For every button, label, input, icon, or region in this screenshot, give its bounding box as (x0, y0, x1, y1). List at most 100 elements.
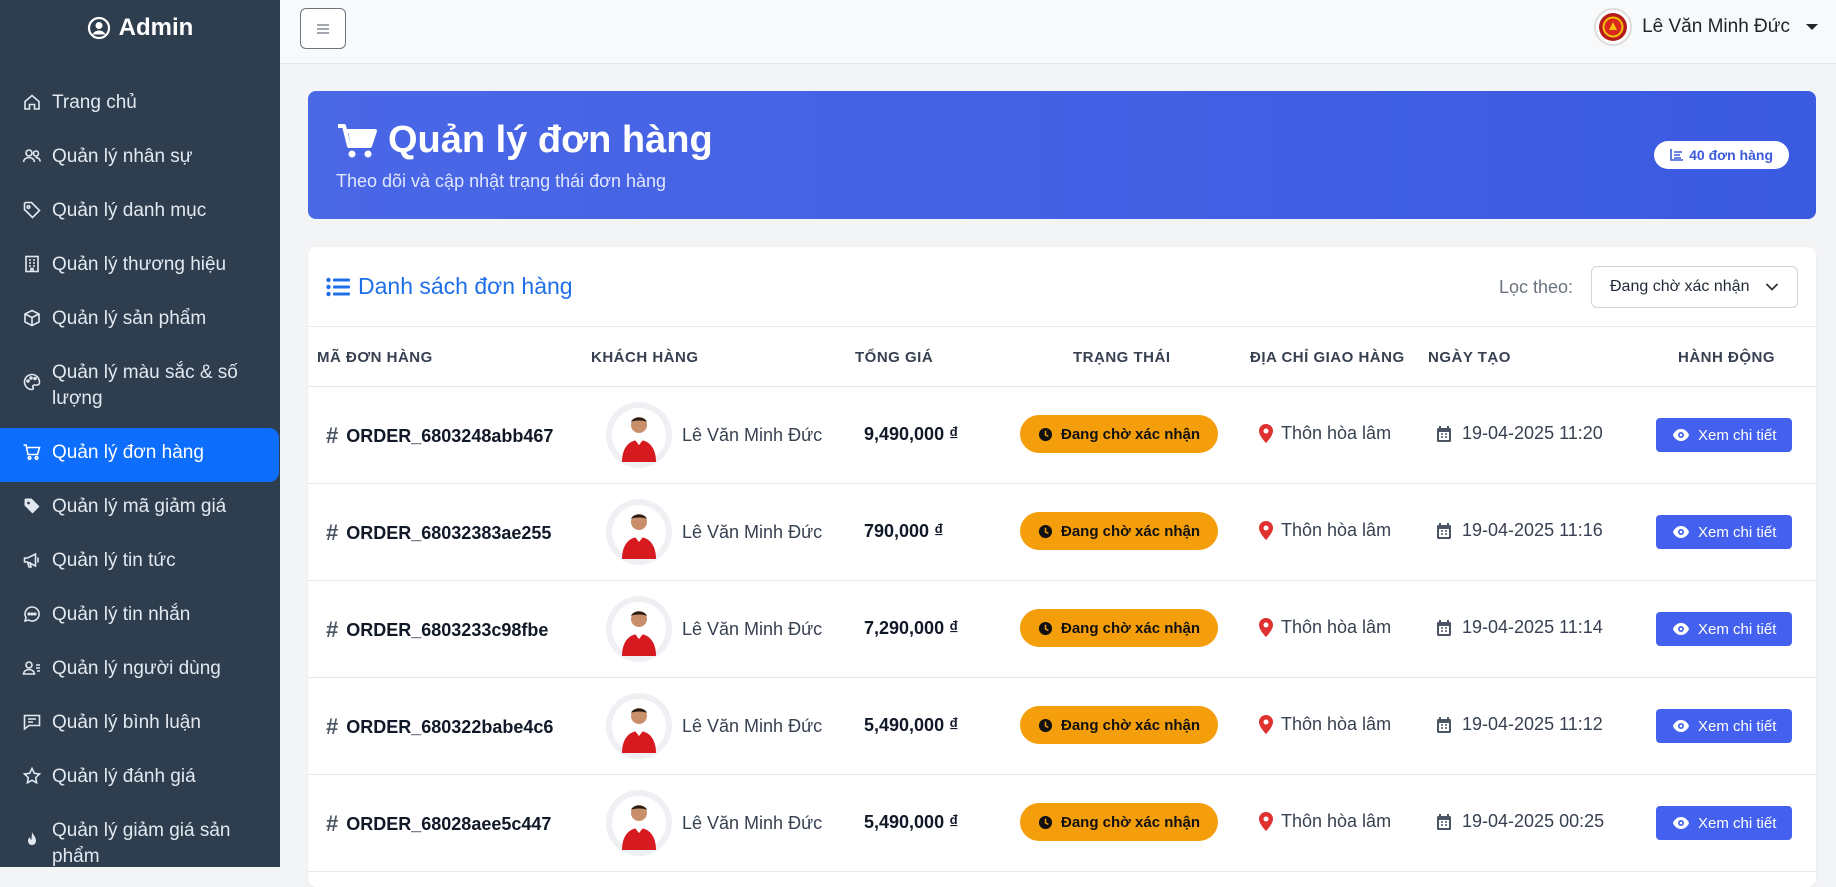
view-details-label: Xem chi tiết (1698, 426, 1777, 444)
sidebar-item-staff[interactable]: Quản lý nhân sự (0, 132, 280, 186)
user-menu[interactable]: Lê Văn Minh Đức (1594, 8, 1818, 46)
view-details-label: Xem chi tiết (1698, 620, 1777, 638)
view-details-button[interactable]: Xem chi tiết (1656, 709, 1793, 743)
tag-icon (22, 200, 42, 220)
status-label: Đang chờ xác nhận (1061, 425, 1201, 443)
order-id: ORDER_680322babe4c6 (346, 716, 554, 737)
address-text: Thôn hòa lâm (1281, 520, 1392, 540)
date-text: 19-04-2025 11:14 (1462, 617, 1603, 637)
chevron-down-icon (1765, 283, 1779, 291)
address-text: Thôn hòa lâm (1281, 811, 1392, 831)
sidebar-item-news[interactable]: Quản lý tin tức (0, 536, 280, 590)
palette-icon (22, 372, 42, 392)
status-badge: Đang chờ xác nhận (1020, 706, 1219, 744)
chat-icon (22, 604, 42, 624)
date-text: 19-04-2025 11:16 (1462, 520, 1603, 540)
order-total: 790,000 ₫ (864, 521, 944, 541)
sidebar-item-label: Quản lý sản phẩm (52, 308, 207, 329)
order-id-cell: # ORDER_68032383ae255 (326, 520, 551, 546)
status-label: Đang chờ xác nhận (1061, 619, 1201, 637)
player-avatar-icon (612, 408, 666, 462)
page-title-text: Quản lý đơn hàng (388, 119, 713, 161)
sidebar-item-label: Quản lý đơn hàng (52, 442, 204, 463)
order-id-cell: # ORDER_6803248abb467 (326, 423, 553, 449)
sidebar-item-messages[interactable]: Quản lý tin nhắn (0, 590, 280, 644)
table-row: # ORDER_6803248abb467 Lê Văn Minh Đức 9,… (308, 387, 1816, 484)
sidebar-item-product-discounts[interactable]: Quản lý giảm giá sản phẩm (0, 806, 280, 867)
address-text: Thôn hòa lâm (1281, 714, 1392, 734)
customer-cell: Lê Văn Minh Đức (606, 499, 822, 565)
cart-icon (338, 123, 377, 157)
table-row: # ORDER_6803233c98fbe Lê Văn Minh Đức 7,… (308, 581, 1816, 678)
sidebar-toggle-button[interactable] (300, 8, 346, 49)
page-title: Quản lý đơn hàng (336, 119, 713, 162)
clock-icon (1038, 524, 1053, 538)
sidebar-item-colors[interactable]: Quản lý màu sắc & số lượng (0, 348, 280, 428)
sidebar-item-brands[interactable]: Quản lý thương hiệu (0, 240, 280, 294)
status-filter-select[interactable]: Đang chờ xác nhận (1591, 266, 1798, 308)
sidebar-item-orders[interactable]: Quản lý đơn hàng (0, 428, 279, 482)
customer-cell: Lê Văn Minh Đức (606, 693, 822, 759)
chevron-down-icon (1806, 24, 1818, 30)
view-details-label: Xem chi tiết (1698, 814, 1777, 832)
status-badge: Đang chờ xác nhận (1020, 803, 1219, 841)
fire-icon (22, 830, 42, 850)
table-row: # ORDER_680322babe4c6 Lê Văn Minh Đức 5,… (308, 678, 1816, 775)
map-pin-icon (1259, 618, 1273, 637)
sidebar-item-home[interactable]: Trang chủ (0, 78, 280, 132)
clock-icon (1038, 718, 1053, 732)
status-badge: Đang chờ xác nhận (1020, 512, 1219, 550)
address-cell: Thôn hòa lâm (1259, 714, 1391, 735)
table-row: # ORDER_68032383ae255 Lê Văn Minh Đức 79… (308, 484, 1816, 581)
sidebar-item-label: Quản lý bình luận (52, 712, 201, 733)
sidebar-item-label: Quản lý thương hiệu (52, 254, 227, 275)
order-id-cell: # ORDER_680322babe4c6 (326, 714, 553, 740)
sidebar-item-coupons[interactable]: Quản lý mã giảm giá (0, 482, 280, 536)
sidebar-item-products[interactable]: Quản lý sản phẩm (0, 294, 280, 348)
sidebar-item-comments[interactable]: Quản lý bình luận (0, 698, 280, 752)
map-pin-icon (1259, 521, 1273, 540)
order-count-badge: 40 đơn hàng (1654, 141, 1789, 169)
sidebar-item-categories[interactable]: Quản lý danh mục (0, 186, 280, 240)
status-label: Đang chờ xác nhận (1061, 716, 1201, 734)
address-text: Thôn hòa lâm (1281, 423, 1392, 443)
table-row: # ORDER_68028aee5c447 Lê Văn Minh Đức 5,… (308, 775, 1816, 872)
customer-avatar (606, 596, 672, 662)
view-details-label: Xem chi tiết (1698, 717, 1777, 735)
customer-cell: Lê Văn Minh Đức (606, 402, 822, 468)
calendar-icon (1437, 716, 1451, 733)
view-details-label: Xem chi tiết (1698, 523, 1777, 541)
hash-icon: # (326, 811, 339, 836)
player-avatar-icon (612, 796, 666, 850)
filter-value: Đang chờ xác nhận (1610, 278, 1750, 295)
sidebar-item-users[interactable]: Quản lý người dùng (0, 644, 280, 698)
sidebar: Admin Trang chủ Quản lý nhân sự Quản lý … (0, 0, 280, 867)
customer-name: Lê Văn Minh Đức (682, 812, 823, 833)
column-header-status: TRẠNG THÁI (1073, 349, 1171, 366)
date-text: 19-04-2025 11:20 (1462, 423, 1603, 443)
map-pin-icon (1259, 715, 1273, 734)
user-circle-icon (87, 16, 110, 40)
megaphone-icon (22, 550, 42, 570)
column-header-action: HÀNH ĐỘNG (1678, 349, 1775, 366)
sidebar-item-reviews[interactable]: Quản lý đánh giá (0, 752, 280, 806)
sidebar-item-label: Trang chủ (52, 92, 137, 113)
clock-icon (1038, 427, 1053, 441)
page-header-banner: Quản lý đơn hàng Theo dõi và cập nhật tr… (308, 91, 1816, 219)
view-details-button[interactable]: Xem chi tiết (1656, 515, 1793, 549)
sidebar-item-label: Quản lý màu sắc & số lượng (52, 362, 238, 409)
view-details-button[interactable]: Xem chi tiết (1656, 418, 1793, 452)
eye-icon (1673, 720, 1689, 732)
star-icon (22, 766, 42, 786)
brand[interactable]: Admin (0, 0, 280, 56)
sidebar-item-label: Quản lý giảm giá sản phẩm (52, 820, 231, 867)
status-label: Đang chờ xác nhận (1061, 522, 1201, 540)
view-details-button[interactable]: Xem chi tiết (1656, 612, 1793, 646)
date-cell: 19-04-2025 00:25 (1436, 811, 1604, 832)
customer-name: Lê Văn Minh Đức (682, 424, 823, 445)
map-pin-icon (1259, 424, 1273, 443)
date-cell: 19-04-2025 11:14 (1436, 617, 1603, 638)
list-icon (326, 277, 350, 296)
hash-icon: # (326, 423, 339, 448)
view-details-button[interactable]: Xem chi tiết (1656, 806, 1793, 840)
